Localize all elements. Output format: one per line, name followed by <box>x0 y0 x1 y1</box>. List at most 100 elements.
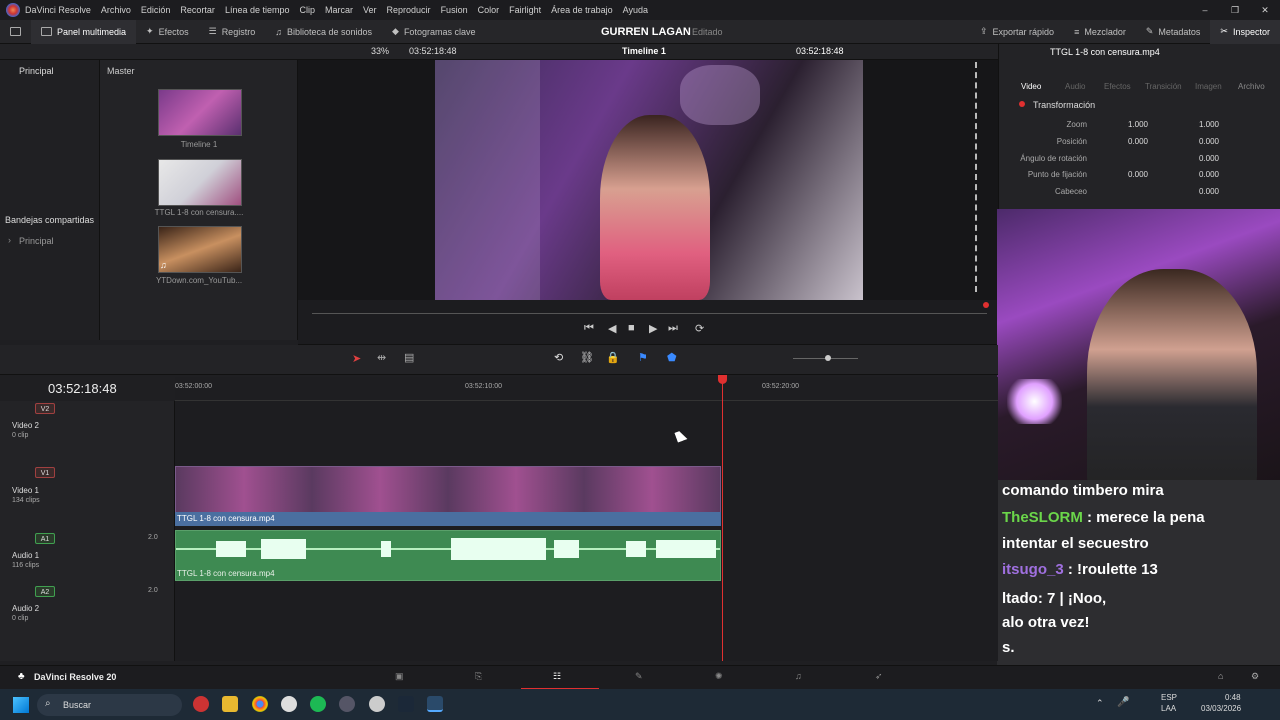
skip-start-icon[interactable]: ⏮ <box>584 322 594 335</box>
tab-efectos[interactable]: Efectos <box>1104 82 1131 91</box>
tab-imagen[interactable]: Imagen <box>1195 82 1222 91</box>
timeline-playhead[interactable] <box>722 377 723 661</box>
menu-reproducir[interactable]: Reproducir <box>387 5 431 15</box>
sound-library-button[interactable]: ♫ Biblioteca de sonidos <box>265 20 382 44</box>
zoom-slider-thumb[interactable] <box>825 355 831 361</box>
inspector-button[interactable]: ✂ Inspector <box>1210 19 1280 44</box>
loop-icon[interactable]: ⟳ <box>695 322 704 335</box>
tab-transicion[interactable]: Transición <box>1145 82 1182 91</box>
edit-index-button[interactable]: ☰ Registro <box>199 20 266 44</box>
maximize-icon[interactable]: ❐ <box>1220 0 1250 20</box>
menu-fusion[interactable]: Fusion <box>441 5 468 15</box>
sidebar-toggle-button[interactable] <box>0 20 31 44</box>
track-badge[interactable]: V2 <box>35 403 55 414</box>
menu-ayuda[interactable]: Ayuda <box>623 5 648 15</box>
skip-end-icon[interactable]: ⏭ <box>668 322 678 335</box>
keyframes-button[interactable]: ◆ Fotogramas clave <box>382 20 485 44</box>
track-badge[interactable]: V1 <box>35 467 55 478</box>
menu-archivo[interactable]: Archivo <box>101 5 131 15</box>
settings-gear-icon[interactable]: ⚙ <box>1251 671 1259 682</box>
record-dot-icon[interactable] <box>1019 101 1025 107</box>
anchor-y-input[interactable]: 0.000 <box>1179 170 1219 179</box>
keyboard-layout[interactable]: LAA <box>1161 704 1176 713</box>
metadata-button[interactable]: ✎ Metadatos <box>1136 20 1211 44</box>
davinci-taskbar-icon[interactable] <box>427 696 443 712</box>
flag-icon[interactable]: ⚑ <box>638 351 648 364</box>
menu-ver[interactable]: Ver <box>363 5 377 15</box>
menu-marcar[interactable]: Marcar <box>325 5 353 15</box>
timeline-name[interactable]: Timeline 1 <box>622 46 666 56</box>
menu-fairlight[interactable]: Fairlight <box>509 5 541 15</box>
steam-icon[interactable] <box>398 696 414 712</box>
obs-icon[interactable] <box>281 696 297 712</box>
keyboard-language[interactable]: ESP <box>1161 693 1177 702</box>
menu-linea-tiempo[interactable]: Línea de tiempo <box>225 5 290 15</box>
fairlight-page-icon[interactable]: ♫ <box>795 671 802 681</box>
menu-color[interactable]: Color <box>478 5 500 15</box>
file-explorer-icon[interactable] <box>222 696 238 712</box>
microphone-icon[interactable]: 🎤 <box>1117 697 1129 708</box>
clock-time[interactable]: 0:48 <box>1225 693 1241 702</box>
fusion-page-icon[interactable]: ✎ <box>635 671 643 682</box>
menu-edicion[interactable]: Edición <box>141 5 171 15</box>
play-reverse-icon[interactable]: ◀ <box>608 322 616 335</box>
shared-bin-principal[interactable]: Principal <box>19 236 54 246</box>
zoom-level[interactable]: 33% <box>371 46 389 56</box>
windows-start-icon[interactable] <box>13 697 29 713</box>
snapping-icon[interactable]: ⟲ <box>554 351 563 364</box>
position-x-input[interactable]: 0.000 <box>1108 137 1148 146</box>
blade-tool-icon[interactable]: ▤ <box>404 351 414 364</box>
taskbar-search-box[interactable]: ⌕ Buscar <box>37 694 182 716</box>
timeline-ruler[interactable]: 03:52:00:00 03:52:10:00 03:52:20:00 <box>175 377 998 401</box>
close-icon[interactable]: ✕ <box>1250 0 1280 20</box>
zoom-y-input[interactable]: 1.000 <box>1179 120 1219 129</box>
tray-chevron-up-icon[interactable]: ⌃ <box>1096 698 1104 709</box>
color-page-icon[interactable]: ✺ <box>715 671 723 682</box>
tab-video[interactable]: Video <box>1021 82 1041 91</box>
app-taskbar-icon[interactable] <box>339 696 355 712</box>
settings-icon[interactable] <box>369 696 385 712</box>
anchor-x-input[interactable]: 0.000 <box>1108 170 1148 179</box>
scrubber-playhead[interactable] <box>983 302 989 308</box>
spotify-icon[interactable] <box>310 696 326 712</box>
chrome-icon[interactable] <box>252 696 268 712</box>
quick-export-button[interactable]: ⇪ Exportar rápido <box>970 20 1064 44</box>
trim-tool-icon[interactable]: ⇹ <box>377 351 386 364</box>
tab-audio[interactable]: Audio <box>1065 82 1085 91</box>
track-badge[interactable]: A1 <box>35 533 55 544</box>
home-icon[interactable]: ⌂ <box>1218 671 1223 681</box>
edit-page-tab[interactable]: ☷ <box>521 666 599 690</box>
bin-principal[interactable]: Principal <box>19 66 54 76</box>
position-y-input[interactable]: 0.000 <box>1179 137 1219 146</box>
section-title[interactable]: Transformación <box>1033 100 1095 110</box>
track-badge[interactable]: A2 <box>35 586 55 597</box>
play-icon[interactable]: ▶ <box>649 322 657 335</box>
scrubber-bar[interactable] <box>312 313 987 314</box>
video-clip-thumbnail[interactable] <box>158 159 242 206</box>
menu-clip[interactable]: Clip <box>299 5 315 15</box>
lock-icon[interactable]: 🔒 <box>606 351 620 364</box>
track-volume[interactable]: 2.0 <box>148 587 158 594</box>
audio-clip-thumbnail[interactable] <box>158 226 242 273</box>
track-volume[interactable]: 2.0 <box>148 534 158 541</box>
menu-area-trabajo[interactable]: Área de trabajo <box>551 5 613 15</box>
cut-page-icon[interactable]: ⎘ <box>475 671 482 682</box>
menu-recortar[interactable]: Recortar <box>180 5 215 15</box>
media-page-icon[interactable]: ▣ <box>395 671 404 682</box>
mixer-button[interactable]: ≡ Mezclador <box>1064 20 1136 44</box>
rotation-input[interactable]: 0.000 <box>1179 154 1219 163</box>
selection-tool-icon[interactable]: ➤ <box>352 352 361 365</box>
chevron-right-icon[interactable]: › <box>8 235 11 245</box>
zoom-x-input[interactable]: 1.000 <box>1108 120 1148 129</box>
minimize-icon[interactable]: – <box>1190 0 1220 20</box>
tab-archivo[interactable]: Archivo <box>1238 82 1265 91</box>
timeline-thumbnail[interactable] <box>158 89 242 136</box>
playhead-handle[interactable] <box>718 375 727 384</box>
pitch-input[interactable]: 0.000 <box>1179 187 1219 196</box>
app-taskbar-icon[interactable] <box>193 696 209 712</box>
media-pool-button[interactable]: Panel multimedia <box>31 19 137 44</box>
link-icon[interactable]: ⛓ <box>580 351 594 364</box>
marker-icon[interactable]: ⬟ <box>667 351 677 364</box>
stop-icon[interactable]: ■ <box>628 322 635 334</box>
effects-button[interactable]: ✦ Efectos <box>136 20 199 44</box>
